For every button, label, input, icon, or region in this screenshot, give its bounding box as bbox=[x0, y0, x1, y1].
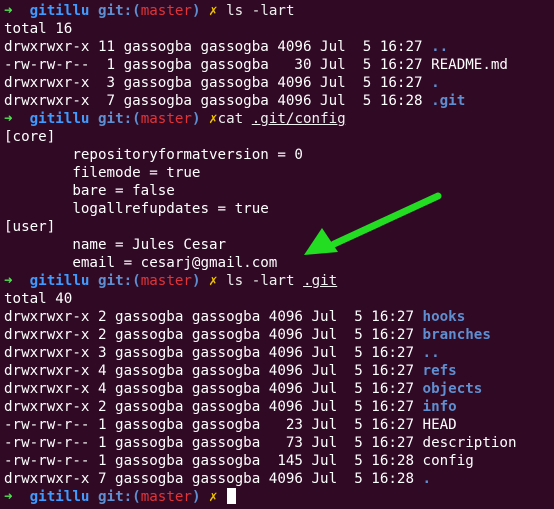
command-args bbox=[243, 111, 252, 127]
config-line: bare = false bbox=[4, 183, 175, 199]
config-line: logallrefupdates = true bbox=[4, 201, 269, 217]
listing-row: drwxrwxr-x 3 gassogba gassogba 4096 Jul … bbox=[4, 345, 440, 361]
command-name: cat bbox=[217, 111, 244, 127]
prompt-arrow-icon: ➜ bbox=[4, 3, 13, 19]
config-line: [core] bbox=[4, 129, 56, 145]
prompt-git-label: git:( bbox=[97, 489, 141, 505]
config-email-line: email = cesarj@gmail.com bbox=[4, 255, 278, 271]
prompt-directory: gitillu bbox=[29, 489, 90, 505]
prompt-git-label: git:( bbox=[97, 273, 141, 289]
listing-row: drwxrwxr-x 2 gassogba gassogba 4096 Jul … bbox=[4, 309, 466, 325]
listing-row: -rw-rw-r-- 1 gassogba gassogba 23 Jul 5 … bbox=[4, 417, 457, 433]
listing-row: drwxrwxr-x 7 gassogba gassogba 4096 Jul … bbox=[4, 471, 432, 487]
command-args: -lart bbox=[251, 273, 304, 289]
prompt-line-4[interactable]: ➜ gitillu git:(master) ✗ bbox=[4, 488, 552, 506]
config-line: repositoryformatversion = 0 bbox=[4, 147, 303, 163]
prompt-dirty-icon: ✗ bbox=[209, 273, 218, 289]
prompt-dirty-icon: ✗ bbox=[209, 489, 218, 505]
command-name: ls bbox=[226, 3, 244, 19]
config-line: filemode = true bbox=[4, 165, 201, 181]
prompt-arrow-icon: ➜ bbox=[4, 489, 13, 505]
listing-row: -rw-rw-r-- 1 gassogba gassogba 30 Jul 5 … bbox=[4, 57, 508, 73]
prompt-line-1: ➜ gitillu git:(master) ✗ ls -lart bbox=[4, 2, 552, 20]
prompt-directory: gitillu bbox=[29, 111, 90, 127]
listing-row: drwxrwxr-x 2 gassogba gassogba 4096 Jul … bbox=[4, 399, 457, 415]
prompt-dirty-icon: ✗ bbox=[209, 111, 218, 127]
prompt-git-suffix: ) bbox=[191, 273, 201, 289]
listing-row: drwxrwxr-x 4 gassogba gassogba 4096 Jul … bbox=[4, 363, 457, 379]
prompt-directory: gitillu bbox=[29, 273, 90, 289]
prompt-arrow-icon: ➜ bbox=[4, 111, 13, 127]
prompt-branch: master bbox=[140, 273, 192, 289]
listing-row: drwxrwxr-x 7 gassogba gassogba 4096 Jul … bbox=[4, 93, 466, 109]
listing-row: -rw-rw-r-- 1 gassogba gassogba 73 Jul 5 … bbox=[4, 435, 517, 451]
terminal-window[interactable]: ➜ gitillu git:(master) ✗ ls -lart total … bbox=[4, 2, 552, 507]
prompt-branch: master bbox=[140, 489, 192, 505]
prompt-line-2: ➜ gitillu git:(master) ✗cat .git/config bbox=[4, 110, 552, 128]
listing-row: -rw-rw-r-- 1 gassogba gassogba 145 Jul 5… bbox=[4, 453, 474, 469]
config-line: name = Jules Cesar bbox=[4, 237, 227, 253]
command-path-arg: .git bbox=[303, 273, 338, 289]
prompt-line-3: ➜ gitillu git:(master) ✗ ls -lart .git bbox=[4, 272, 552, 290]
prompt-branch: master bbox=[140, 111, 192, 127]
command-args: -lart bbox=[251, 3, 295, 19]
output-total: total 16 bbox=[4, 21, 73, 37]
command-name: ls bbox=[226, 273, 244, 289]
command-path-arg: .git/config bbox=[251, 111, 346, 127]
prompt-directory: gitillu bbox=[29, 3, 90, 19]
text-cursor[interactable] bbox=[227, 488, 237, 504]
prompt-branch: master bbox=[140, 3, 192, 19]
config-line: [user] bbox=[4, 219, 56, 235]
prompt-git-label: git:( bbox=[97, 3, 141, 19]
listing-row: drwxrwxr-x 11 gassogba gassogba 4096 Jul… bbox=[4, 39, 449, 55]
listing-row: drwxrwxr-x 2 gassogba gassogba 4096 Jul … bbox=[4, 327, 491, 343]
prompt-git-suffix: ) bbox=[191, 3, 201, 19]
output-total: total 40 bbox=[4, 291, 73, 307]
prompt-arrow-icon: ➜ bbox=[4, 273, 13, 289]
prompt-git-label: git:( bbox=[97, 111, 141, 127]
prompt-git-suffix: ) bbox=[191, 111, 201, 127]
prompt-dirty-icon: ✗ bbox=[209, 3, 218, 19]
listing-row: drwxrwxr-x 4 gassogba gassogba 4096 Jul … bbox=[4, 381, 483, 397]
prompt-git-suffix: ) bbox=[191, 489, 201, 505]
listing-row: drwxrwxr-x 3 gassogba gassogba 4096 Jul … bbox=[4, 75, 440, 91]
